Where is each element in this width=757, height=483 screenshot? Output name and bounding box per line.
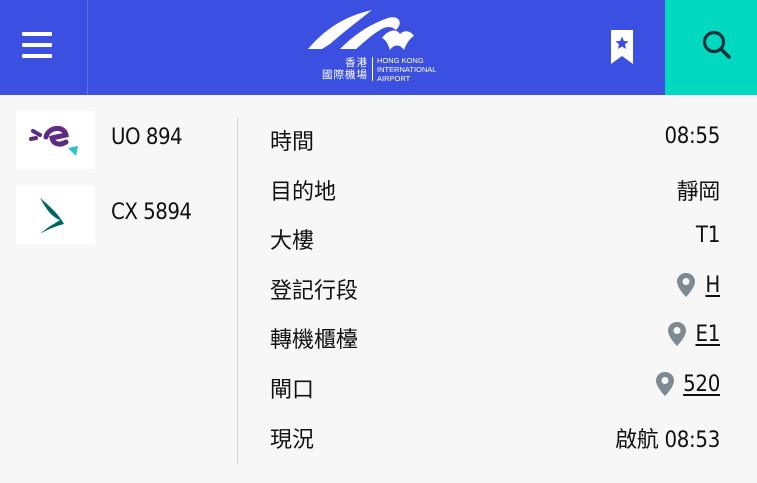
hkia-logo[interactable]: 香港 國際機場 HONG KONG INTERNATIONAL AIRPORT [300, 4, 460, 90]
logo-separator [372, 57, 373, 81]
hkia-wave-icon [308, 10, 414, 50]
column-divider [237, 118, 238, 464]
logo-zh-line2: 國際機場 [322, 69, 368, 81]
aisle-label: 登記行段 [270, 279, 359, 304]
search-icon [702, 30, 731, 59]
menu-icon-bar-middle [22, 43, 52, 47]
terminal-value: T1 [695, 223, 720, 248]
cathay-pacific-logo [16, 186, 95, 244]
aisle-link[interactable]: H [705, 273, 720, 298]
bookmark-star-icon [611, 30, 633, 64]
detail-row-counter: 轉機櫃檯 E1 [270, 316, 720, 356]
menu-button[interactable] [0, 0, 88, 95]
location-pin-icon[interactable] [667, 321, 687, 347]
search-button[interactable] [665, 0, 757, 95]
logo-english-text: HONG KONG INTERNATIONAL AIRPORT [377, 56, 457, 83]
logo-en-line1: HONG KONG [377, 56, 424, 65]
detail-row-aisle: 登記行段 H [270, 267, 720, 307]
counter-label: 轉機櫃檯 [270, 328, 359, 353]
menu-icon-bar-top [22, 32, 52, 36]
detail-row-status: 現況 啟航 08:53 [270, 416, 720, 456]
detail-row-gate: 閘口 520 [270, 366, 720, 406]
detail-row-time: 時間 08:55 [270, 118, 720, 158]
flight-number: UO 894 [111, 125, 183, 150]
destination-value: 靜岡 [676, 180, 721, 205]
time-label: 時間 [270, 130, 315, 155]
logo-zh-line1: 香港 [345, 57, 368, 69]
status-label: 現況 [270, 428, 315, 453]
logo-en-line3: AIRPORT [377, 74, 411, 83]
menu-icon-bar-bottom [22, 54, 52, 58]
location-pin-icon[interactable] [655, 371, 675, 397]
location-pin-icon[interactable] [676, 272, 696, 298]
top-navigation-bar: 香港 國際機場 HONG KONG INTERNATIONAL AIRPORT [0, 0, 757, 95]
airline-row: CX 5894 [16, 186, 226, 246]
airline-row: UO 894 [16, 111, 226, 171]
gate-link[interactable]: 520 [683, 372, 720, 397]
logo-en-line2: INTERNATIONAL [377, 65, 437, 74]
time-value: 08:55 [664, 124, 720, 149]
hk-express-logo [16, 111, 95, 169]
destination-label: 目的地 [270, 180, 337, 205]
bookmark-button[interactable] [598, 24, 646, 70]
detail-row-terminal: 大樓 T1 [270, 217, 720, 257]
logo-chinese-text: 香港 國際機場 [320, 57, 368, 81]
gate-label: 閘口 [270, 378, 315, 403]
detail-row-destination: 目的地 靜岡 [270, 168, 720, 208]
terminal-label: 大樓 [270, 229, 315, 254]
counter-link[interactable]: E1 [696, 322, 721, 347]
status-value: 啟航 08:53 [615, 428, 720, 453]
flight-number: CX 5894 [111, 200, 192, 225]
